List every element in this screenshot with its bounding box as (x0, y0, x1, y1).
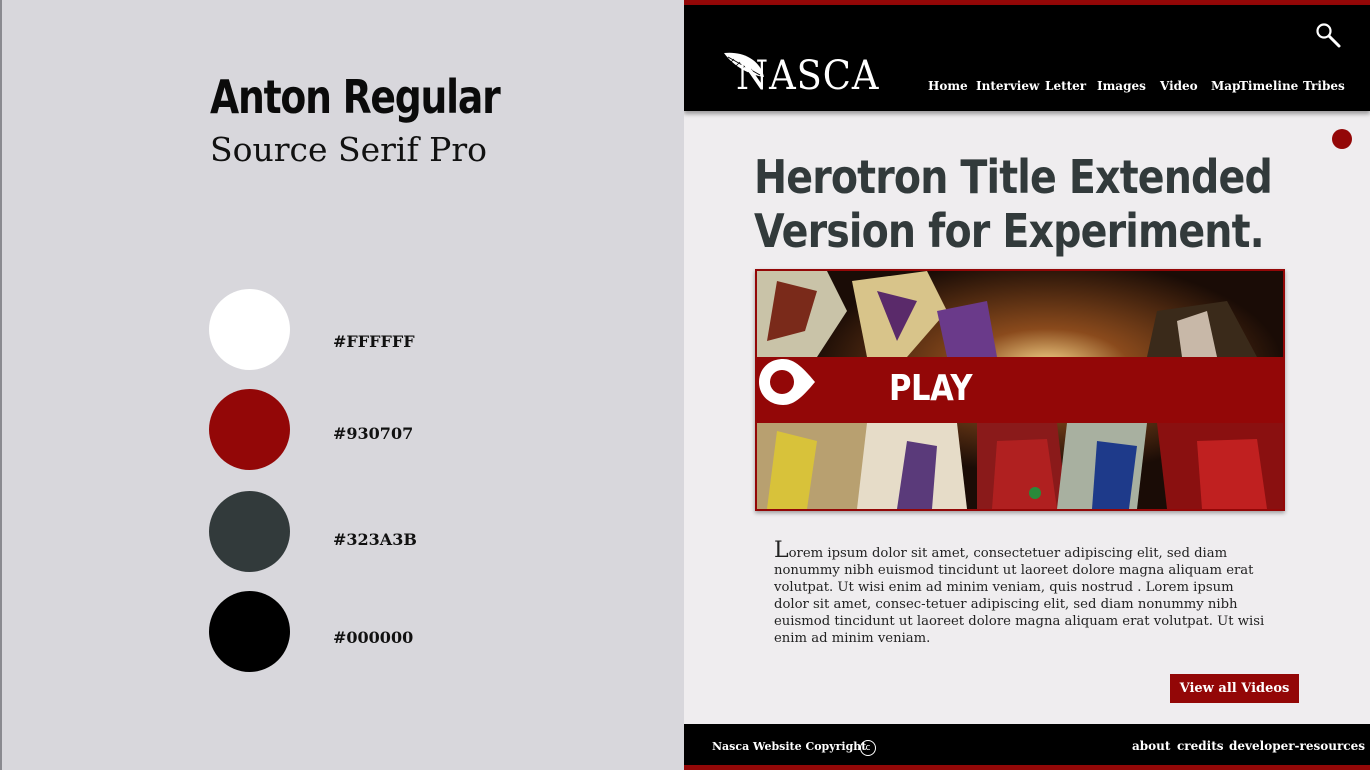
style-guide-panel: Anton Regular Source Serif Pro #FFFFFF #… (0, 0, 684, 770)
footer-link-credits[interactable]: credits (1177, 739, 1224, 753)
play-button[interactable]: PLAY (757, 357, 1283, 423)
nav-timeline[interactable]: Timeline (1239, 79, 1298, 93)
site-header: NASCA Home Interview Letter Images Video… (684, 5, 1370, 111)
footer-accent-line (684, 765, 1370, 770)
swatch-label-red: #930707 (333, 424, 414, 443)
footer-link-about[interactable]: about (1132, 739, 1170, 753)
swatch-black (209, 591, 290, 672)
play-icon (759, 359, 815, 405)
swatch-label-charcoal: #323A3B (333, 530, 417, 549)
play-label: PLAY (889, 368, 973, 409)
swatch-red (209, 389, 290, 470)
swatch-label-black: #000000 (333, 628, 414, 647)
nav-letter[interactable]: Letter (1045, 79, 1086, 93)
nav-video[interactable]: Video (1160, 79, 1198, 93)
main-nav: Home Interview Letter Images Video Map T… (684, 79, 1370, 97)
footer-link-developer-resources[interactable]: developer-resources (1229, 739, 1365, 753)
page-title-line-2: Version for Experiment. (754, 204, 1265, 258)
nav-interview[interactable]: Interview (976, 79, 1039, 93)
heading-font-sample: Anton Regular (210, 70, 501, 124)
body-paragraph: Lorem ipsum dolor sit amet, consectetuer… (774, 540, 1269, 647)
page-title: Herotron Title Extended Version for Expe… (754, 150, 1273, 258)
dropcap: L (774, 538, 789, 563)
site-footer: Nasca Website Copyright c about credits … (684, 724, 1370, 770)
nav-map[interactable]: Map (1211, 79, 1240, 93)
swatch-label-white: #FFFFFF (333, 332, 415, 351)
body-text: orem ipsum dolor sit amet, consectetuer … (774, 546, 1265, 646)
body-font-sample: Source Serif Pro (210, 130, 488, 169)
video-player[interactable]: PLAY (755, 269, 1285, 511)
site-mockup: NASCA Home Interview Letter Images Video… (684, 0, 1370, 770)
nav-images[interactable]: Images (1097, 79, 1146, 93)
view-all-videos-button[interactable]: View all Videos (1170, 674, 1299, 703)
copyright-text: Nasca Website Copyright (712, 740, 867, 753)
nav-home[interactable]: Home (928, 79, 968, 93)
copyright-icon: c (860, 740, 876, 756)
search-icon[interactable] (1314, 21, 1342, 49)
swatch-white (209, 289, 290, 370)
swatch-charcoal (209, 491, 290, 572)
nav-tribes[interactable]: Tribes (1303, 79, 1345, 93)
status-dot (1332, 129, 1352, 149)
page-title-line-1: Herotron Title Extended (754, 150, 1273, 204)
